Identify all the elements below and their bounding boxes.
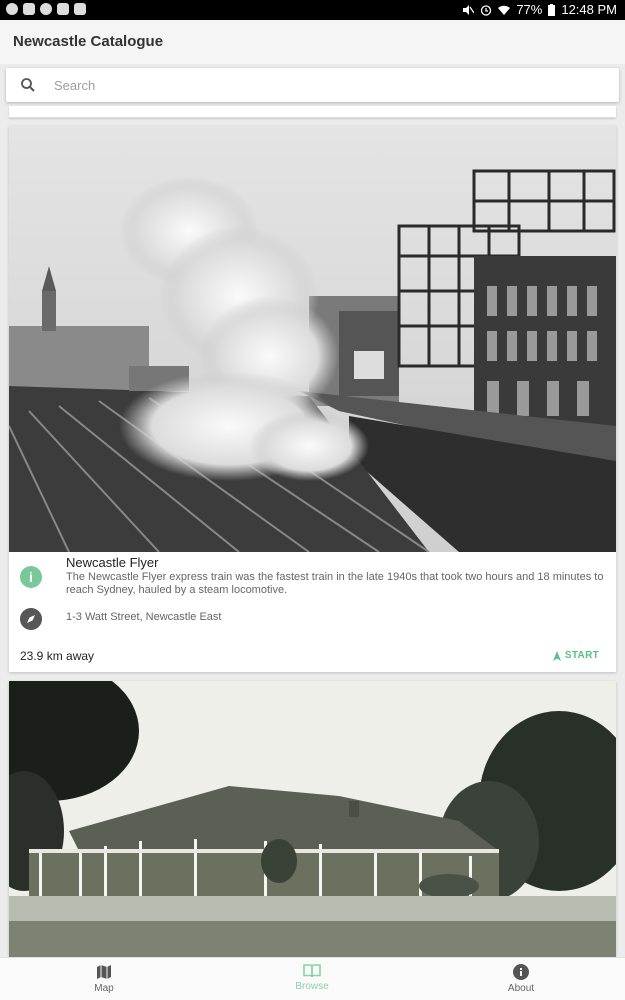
card-title: Newcastle Flyer: [66, 555, 159, 570]
battery-percent: 77%: [516, 2, 543, 17]
search-icon: [21, 78, 35, 92]
nav-browse[interactable]: Browse: [267, 964, 357, 992]
map-icon: [97, 965, 111, 979]
system-icons: 77% 12:48 PM: [462, 2, 617, 17]
nav-map-label: Map: [94, 983, 114, 994]
status-bar: 77% 12:48 PM: [0, 0, 625, 20]
alarm-icon: [481, 4, 492, 16]
app-title: Newcastle Catalogue: [13, 33, 164, 50]
nav-map[interactable]: Map: [59, 964, 149, 994]
play-store-icon: [74, 3, 86, 15]
start-button[interactable]: START: [552, 650, 599, 661]
card-photo-2: [9, 681, 616, 957]
nav-about-label: About: [507, 983, 535, 994]
notification-icons: [6, 3, 86, 15]
card-description: The Newcastle Flyer express train was th…: [66, 571, 604, 596]
card-address: 1-3 Watt Street, Newcastle East: [66, 611, 222, 623]
book-icon: [303, 964, 321, 978]
message-icon: [57, 3, 69, 15]
wifi-icon: [498, 5, 511, 15]
search-bar[interactable]: [6, 68, 619, 102]
bottom-navigation: Map Browse About: [0, 957, 625, 1000]
location-card[interactable]: i Newcastle Flyer The Newcastle Flyer ex…: [9, 126, 616, 672]
notification-icon: [6, 3, 18, 15]
gallery-icon: [23, 3, 35, 15]
mute-icon: [463, 4, 475, 15]
previous-card[interactable]: [9, 106, 616, 118]
app-bar: Newcastle Catalogue: [0, 20, 625, 64]
location-card-2[interactable]: [9, 681, 616, 957]
navigation-arrow-icon: [552, 650, 561, 661]
search-input[interactable]: [54, 75, 594, 95]
nav-browse-label: Browse: [295, 981, 329, 992]
start-button-label: START: [564, 650, 599, 661]
battery-icon: [548, 3, 556, 16]
app-icon: [40, 3, 52, 15]
card-photo: [9, 126, 616, 552]
compass-icon: [20, 608, 42, 630]
info-icon: [513, 964, 529, 980]
nav-about[interactable]: About: [476, 964, 566, 994]
distance-label: 23.9 km away: [20, 649, 95, 663]
clock: 12:48 PM: [561, 2, 617, 17]
info-icon: i: [20, 566, 42, 588]
